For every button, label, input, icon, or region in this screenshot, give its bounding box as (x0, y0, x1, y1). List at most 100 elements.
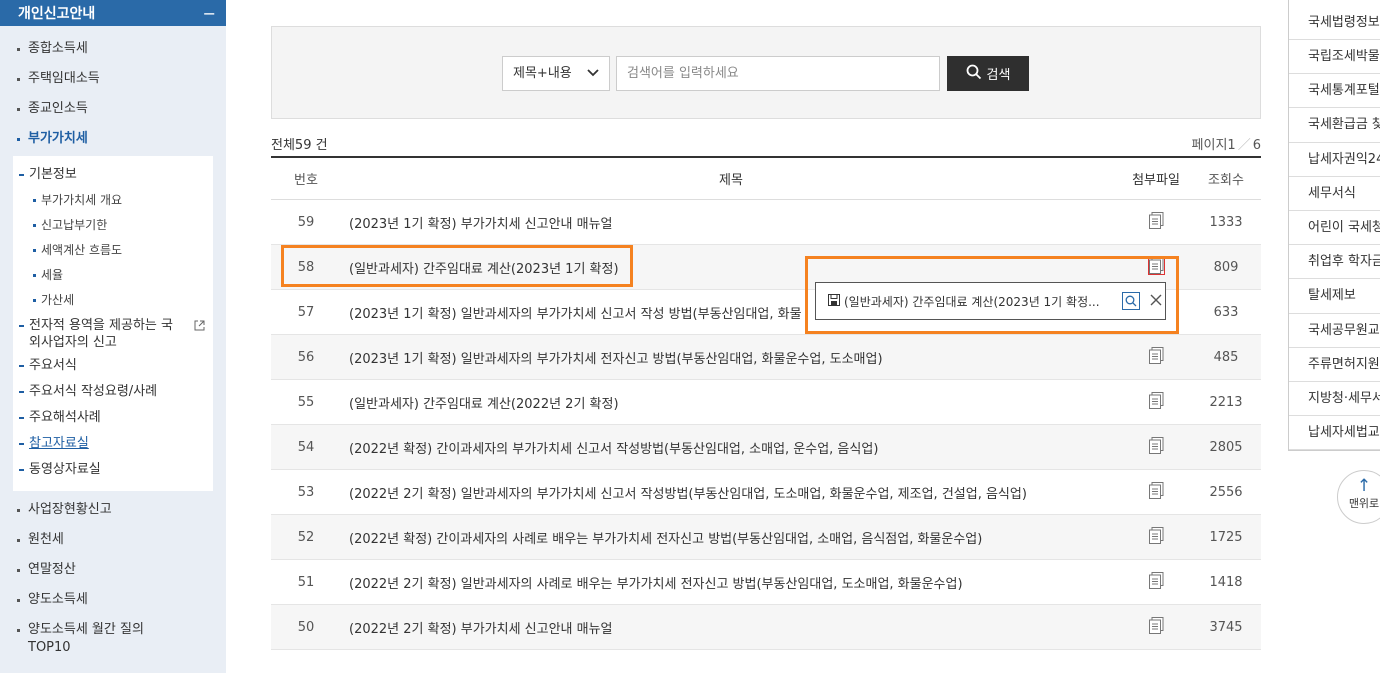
submenu-tax-rate[interactable]: 세율 (13, 263, 213, 288)
search-scope-select[interactable]: 제목+내용 (502, 56, 610, 91)
left-sidebar: 개인신고안내 − 종합소득세 주택임대소득 종교인소득 부가가치세 기본정보 부… (0, 0, 226, 673)
attachment-file-icon[interactable] (1148, 391, 1164, 409)
search-icon (966, 64, 982, 84)
table-row[interactable]: 56 (2023년 1기 확정) 일반과세자의 부가가치세 전자신고 방법(부동산… (271, 335, 1261, 380)
header-views: 조회수 (1208, 173, 1244, 188)
related-site-link[interactable]: 지방청·세무서 (1289, 382, 1380, 417)
submenu-filing-deadline[interactable]: 신고납부기한 (13, 213, 213, 238)
sidebar-item-withholding[interactable]: 원천세 (0, 525, 226, 555)
close-icon[interactable] (1150, 293, 1162, 309)
row-attachment[interactable] (1121, 526, 1191, 548)
scroll-top-button[interactable]: ↑ 맨위로 (1337, 470, 1380, 524)
table-row[interactable]: 54 (2022년 확정) 간이과세자의 부가가치세 신고서 작성방법(부동산임대… (271, 425, 1261, 470)
sidebar-header[interactable]: 개인신고안내 − (0, 0, 226, 26)
row-number: 59 (297, 214, 315, 230)
row-number: 50 (297, 619, 315, 635)
row-title-link[interactable]: (2022년 확정) 간이과세자의 부가가치세 신고서 작성방법(부동산임대업,… (341, 438, 1121, 457)
related-site-link[interactable]: 주류면허지원 (1289, 348, 1380, 382)
sidebar-item-transfer-top10[interactable]: 양도소득세 월간 질의 TOP10 (0, 615, 226, 655)
submenu-penalty[interactable]: 가산세 (13, 288, 213, 313)
header-file: 첨부파일 (1132, 173, 1180, 188)
sidebar-item-vat[interactable]: 부가가치세 (0, 124, 226, 154)
submenu-vat-overview[interactable]: 부가가치세 개요 (13, 188, 213, 213)
attachment-file-name[interactable]: (일반과세자) 간주임대료 계산(2023년 1기 확정... (844, 293, 1112, 310)
attachment-file-icon[interactable] (1148, 481, 1164, 499)
attachment-file-icon[interactable] (1148, 616, 1164, 634)
sidebar-item-transfer-tax[interactable]: 양도소득세 (0, 585, 226, 615)
search-panel: 제목+내용 검색 (271, 26, 1261, 119)
table-row[interactable]: 52 (2022년 확정) 간이과세자의 사례로 배우는 부가가치세 전자신고 방… (271, 515, 1261, 560)
search-button[interactable]: 검색 (947, 56, 1029, 91)
row-attachment[interactable] (1121, 436, 1191, 458)
row-views: 3745 (1209, 619, 1243, 635)
row-attachment[interactable] (1121, 616, 1191, 638)
sidebar-menu-bottom: 사업장현황신고 원천세 연말정산 양도소득세 양도소득세 월간 질의 TOP10 (0, 495, 226, 655)
attachment-file-icon[interactable] (1148, 211, 1164, 229)
submenu-interpretation[interactable]: 주요해석사례 (13, 405, 213, 431)
related-site-link[interactable]: 탈세제보 (1289, 279, 1380, 314)
board-summary: 전체59 건 페이지1 ／ 6 (271, 132, 1261, 156)
sidebar-item-transfer-top10-label: 양도소득세 월간 질의 TOP10 (28, 622, 144, 655)
related-site-link[interactable]: 세무서식 (1289, 177, 1380, 211)
related-site-link[interactable]: 납세자세법교 (1289, 416, 1380, 451)
sidebar-item-year-end[interactable]: 연말정산 (0, 555, 226, 585)
row-title-link[interactable]: (2022년 2기 확정) 일반과세자의 부가가치세 신고서 작성방법(부동산임… (341, 483, 1121, 502)
submenu-forms[interactable]: 주요서식 (13, 353, 213, 379)
search-input[interactable] (616, 56, 940, 91)
related-site-link[interactable]: 국세법령정보 (1289, 0, 1380, 40)
related-site-link[interactable]: 국세환급금 찾 (1289, 108, 1380, 143)
row-views: 1725 (1209, 529, 1243, 545)
row-views: 1333 (1209, 214, 1243, 230)
current-page: 페이지1 (1191, 138, 1236, 153)
submenu-foreign-provider[interactable]: 전자적 용역을 제공하는 국외사업자의 신고 (13, 313, 213, 353)
submenu-video-room[interactable]: 동영상자료실 (13, 457, 213, 483)
scroll-top-label: 맨위로 (1348, 497, 1380, 510)
table-row[interactable]: 53 (2022년 2기 확정) 일반과세자의 부가가치세 신고서 작성방법(부동… (271, 470, 1261, 515)
table-row[interactable]: 59 (2023년 1기 확정) 부가가치세 신고안내 매뉴얼 1333 (271, 200, 1261, 245)
preview-search-icon[interactable] (1122, 292, 1140, 310)
attachment-file-icon[interactable] (1148, 571, 1164, 589)
collapse-icon[interactable]: − (203, 4, 216, 23)
row-views: 633 (1213, 304, 1239, 320)
sidebar-item-income-tax[interactable]: 종합소득세 (0, 34, 226, 64)
highlight-row-58 (281, 245, 633, 287)
row-number: 56 (297, 349, 315, 365)
row-views: 1418 (1209, 574, 1243, 590)
table-header: 번호 제목 첨부파일 조회수 (271, 158, 1261, 200)
submenu-basic-info[interactable]: 기본정보 (13, 162, 213, 188)
row-views: 485 (1213, 349, 1239, 365)
row-attachment[interactable] (1121, 346, 1191, 368)
row-title-link[interactable]: (2023년 1기 확정) 부가가치세 신고안내 매뉴얼 (341, 213, 1121, 232)
attachment-file-icon[interactable] (1148, 346, 1164, 364)
submenu-forms-guide[interactable]: 주요서식 작성요령/사례 (13, 379, 213, 405)
table-row[interactable]: 55 (일반과세자) 간주임대료 계산(2022년 2기 확정) 2213 (271, 380, 1261, 425)
sidebar-item-housing-rental[interactable]: 주택임대소득 (0, 64, 226, 94)
row-title-link[interactable]: (2022년 2기 확정) 부가가치세 신고안내 매뉴얼 (341, 618, 1121, 637)
row-title-link[interactable]: (일반과세자) 간주임대료 계산(2022년 2기 확정) (341, 393, 1121, 412)
row-attachment[interactable] (1121, 481, 1191, 503)
attachment-file-icon[interactable] (1148, 526, 1164, 544)
related-site-link[interactable]: 국세통계포털 (1289, 74, 1380, 109)
row-title-link[interactable]: (2022년 2기 확정) 일반과세자의 사례로 배우는 부가가치세 전자신고 … (341, 573, 1121, 592)
sidebar-item-business-report[interactable]: 사업장현황신고 (0, 495, 226, 525)
row-title-link[interactable]: (2022년 확정) 간이과세자의 사례로 배우는 부가가치세 전자신고 방법(… (341, 528, 1121, 547)
related-site-link[interactable]: 국세공무원교 (1289, 314, 1380, 348)
sidebar-header-title: 개인신고안내 (18, 6, 96, 22)
sidebar-item-religious-income[interactable]: 종교인소득 (0, 94, 226, 124)
submenu-tax-flow[interactable]: 세액계산 흐름도 (13, 238, 213, 263)
submenu-reference-room[interactable]: 참고자료실 (13, 431, 213, 457)
table-row[interactable]: 51 (2022년 2기 확정) 일반과세자의 사례로 배우는 부가가치세 전자신… (271, 560, 1261, 605)
related-site-link[interactable]: 납세자권익24 (1289, 143, 1380, 177)
row-attachment[interactable] (1121, 571, 1191, 593)
row-title-link[interactable]: (2023년 1기 확정) 일반과세자의 부가가치세 전자신고 방법(부동산임대… (341, 348, 1121, 367)
header-no: 번호 (294, 173, 318, 188)
row-views: 2556 (1209, 484, 1243, 500)
attachment-file-icon[interactable] (1148, 436, 1164, 454)
table-row[interactable]: 50 (2022년 2기 확정) 부가가치세 신고안내 매뉴얼 3745 (271, 605, 1261, 650)
related-site-link[interactable]: 어린이 국세청 (1289, 211, 1380, 246)
row-attachment[interactable] (1121, 391, 1191, 413)
related-site-link[interactable]: 국립조세박물 (1289, 40, 1380, 75)
related-site-link[interactable]: 취업후 학자금 (1289, 245, 1380, 280)
related-sites-panel: 국세법령정보 국립조세박물 국세통계포털 국세환급금 찾 납세자권익24 세무서식 어린이 … (1288, 0, 1380, 452)
row-attachment[interactable] (1121, 211, 1191, 233)
